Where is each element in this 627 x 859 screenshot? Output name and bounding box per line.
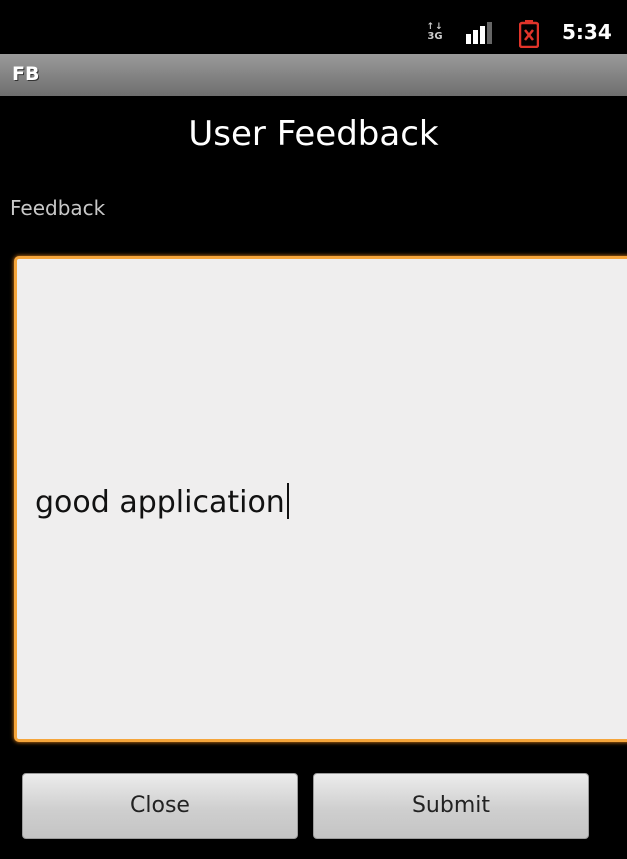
page-title: User Feedback — [188, 114, 439, 154]
feedback-label: Feedback — [10, 196, 106, 220]
status-clock: 5:34 — [562, 20, 612, 44]
feedback-input[interactable]: good application — [14, 256, 627, 742]
text-caret — [286, 483, 289, 519]
battery-alert-icon — [519, 20, 539, 48]
app-name: FB — [12, 63, 40, 85]
feedback-text-wrapper: good application — [35, 483, 289, 520]
network-3g-icon: ↑↓ 3G — [424, 22, 446, 44]
network-label: 3G — [427, 31, 443, 42]
submit-button[interactable]: Submit — [313, 773, 589, 839]
app-title-bar: FB — [0, 54, 627, 96]
close-button[interactable]: Close — [22, 773, 298, 839]
signal-strength-icon — [466, 22, 492, 44]
feedback-text: good application — [35, 485, 285, 520]
